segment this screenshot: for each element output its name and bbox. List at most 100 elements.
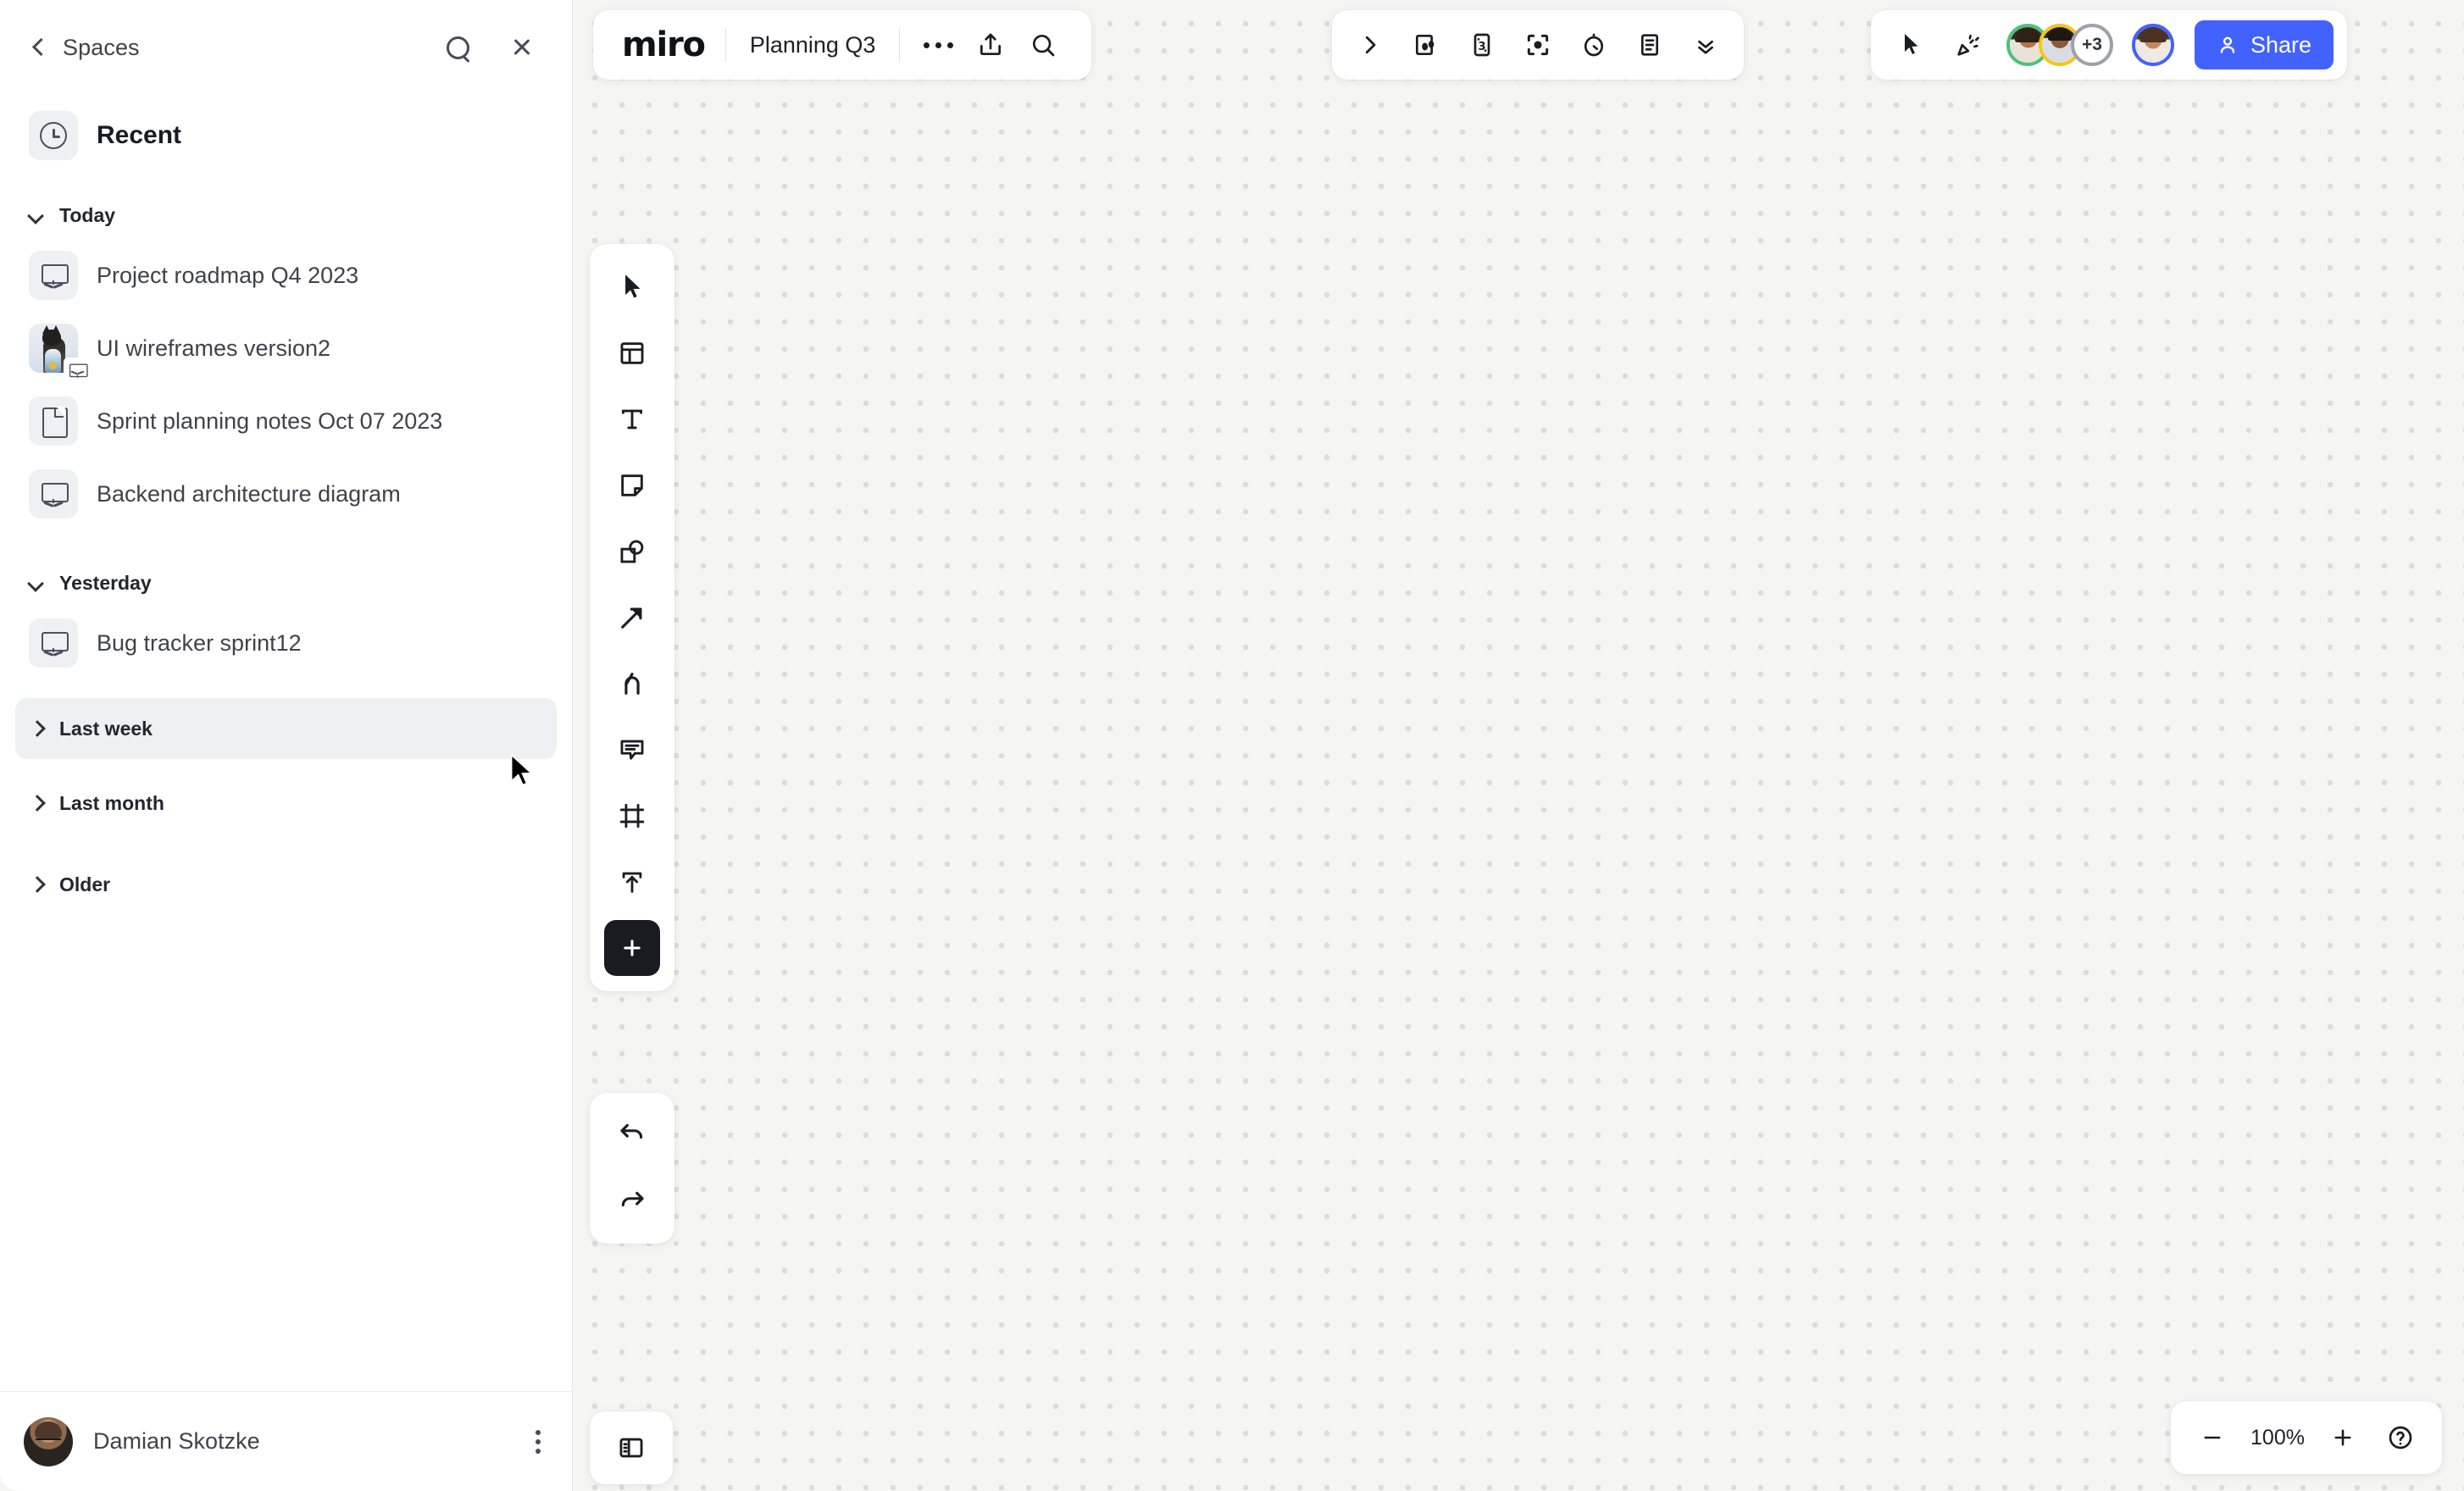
board-thumbnail — [29, 324, 88, 380]
list-item[interactable]: Backend architecture diagram — [15, 457, 557, 530]
recent-items-list[interactable]: Today Project roadmap Q4 2023 UI wirefra… — [0, 176, 572, 1391]
minus-icon — [2204, 1436, 2221, 1439]
undo-icon — [620, 1123, 643, 1139]
toggle-side-panel-button[interactable] — [590, 1411, 673, 1484]
focus-mode-button[interactable] — [1512, 19, 1564, 71]
frame-tool[interactable] — [604, 788, 660, 844]
present-button[interactable] — [1400, 19, 1452, 71]
comment-tool[interactable] — [604, 722, 660, 778]
pen-icon — [624, 673, 640, 695]
group-label: Last week — [59, 717, 153, 740]
present-icon — [1416, 35, 1435, 55]
sidebar-search-button[interactable] — [443, 33, 472, 62]
sidebar-close-button[interactable] — [508, 33, 536, 62]
document-icon — [29, 396, 78, 446]
board-title[interactable]: Planning Q3 — [726, 32, 900, 58]
board-apps-bar: 3 — [1332, 10, 1744, 80]
chevron-right-icon — [1365, 36, 1376, 54]
chevron-left-icon — [29, 38, 47, 57]
more-options-icon — [923, 42, 953, 48]
comment-icon — [620, 740, 644, 760]
chevron-right-icon — [29, 877, 44, 892]
board-search-button[interactable] — [1017, 19, 1069, 71]
group-header-last-week[interactable]: Last week — [15, 698, 557, 759]
divider — [899, 28, 901, 62]
redo-button[interactable] — [604, 1174, 660, 1230]
group-label: Last month — [59, 791, 164, 814]
arrow-tool[interactable] — [604, 590, 660, 646]
group-header-older[interactable]: Older — [15, 861, 557, 908]
miro-logo[interactable]: miro — [615, 25, 725, 64]
expand-panel-button[interactable] — [1344, 19, 1396, 71]
board-icon — [64, 358, 88, 380]
text-tool[interactable] — [604, 391, 660, 447]
party-popper-icon — [1957, 35, 1979, 56]
more-options-button[interactable] — [912, 19, 964, 71]
zoom-controls: 100% — [2171, 1401, 2442, 1474]
group-header-today[interactable]: Today — [15, 191, 557, 239]
list-item[interactable]: Bug tracker sprint12 — [15, 607, 557, 679]
history-toolbar — [590, 1093, 674, 1244]
avatar-overflow-count[interactable]: +3 — [2071, 24, 2113, 66]
notes-button[interactable] — [1623, 19, 1676, 71]
board-canvas[interactable] — [573, 0, 2464, 1491]
timer-button[interactable] — [1568, 19, 1620, 71]
more-apps-button[interactable] — [1679, 19, 1732, 71]
kebab-menu-icon[interactable] — [535, 1429, 541, 1454]
select-tool[interactable] — [604, 259, 660, 315]
upload-tool[interactable] — [604, 854, 660, 910]
help-button[interactable] — [2376, 1413, 2425, 1462]
chevron-down-icon — [29, 575, 44, 590]
sticky-note-tool[interactable] — [604, 457, 660, 513]
zoom-in-button[interactable] — [2318, 1413, 2367, 1462]
chevron-right-icon — [29, 795, 44, 811]
list-item[interactable]: UI wireframes version2 — [15, 312, 557, 385]
list-item[interactable]: Sprint planning notes Oct 07 2023 — [15, 385, 557, 457]
sticky-note-icon — [621, 474, 643, 496]
avatar — [24, 1416, 73, 1466]
sidebar-back-label: Spaces — [63, 34, 140, 60]
group-header-last-month[interactable]: Last month — [15, 779, 557, 827]
sidebar-section-recent[interactable]: Recent — [0, 95, 572, 176]
board-icon — [29, 618, 78, 668]
templates-tool[interactable] — [604, 325, 660, 381]
avatar-me[interactable] — [2132, 24, 2174, 66]
group-label: Older — [59, 873, 111, 895]
pen-tool[interactable] — [604, 656, 660, 712]
clock-icon — [29, 111, 78, 160]
timer-icon — [1584, 33, 1604, 57]
help-circle-icon — [2389, 1426, 2412, 1449]
notes-icon — [1641, 34, 1658, 56]
list-item-label: UI wireframes version2 — [97, 335, 331, 361]
overflow-count-label: +3 — [2082, 35, 2102, 54]
board-icon — [29, 469, 78, 518]
search-icon — [1033, 35, 1055, 57]
sidebar-header: Spaces — [0, 0, 572, 95]
more-tools-button[interactable] — [604, 920, 660, 976]
page-title: Recent — [97, 121, 182, 149]
arrow-icon — [621, 607, 642, 629]
redo-icon — [621, 1191, 644, 1207]
frame-icon — [619, 803, 645, 829]
templates-icon — [620, 342, 644, 364]
user-account-row[interactable]: Damian Skotzke — [0, 1391, 572, 1491]
collaborator-avatars[interactable]: +3 — [2006, 24, 2174, 66]
list-item-label: Bug tracker sprint12 — [97, 629, 302, 656]
zoom-out-button[interactable] — [2188, 1413, 2237, 1462]
undo-button[interactable] — [604, 1106, 660, 1162]
cursor-sharing-button[interactable] — [1884, 19, 1937, 71]
share-button-label: Share — [2250, 31, 2312, 58]
shapes-tool[interactable] — [604, 524, 660, 579]
upload-share-icon — [980, 33, 1002, 55]
zoom-level-label[interactable]: 100% — [2245, 1426, 2310, 1450]
list-item[interactable]: Project roadmap Q4 2023 — [15, 239, 557, 312]
select-cursor-icon — [625, 274, 641, 298]
reactions-button[interactable] — [1942, 19, 1995, 71]
user-name: Damian Skotzke — [93, 1428, 260, 1454]
group-label: Yesterday — [59, 571, 152, 594]
voting-button[interactable]: 3 — [1456, 19, 1508, 71]
share-button[interactable]: Share — [2195, 20, 2334, 69]
group-header-yesterday[interactable]: Yesterday — [15, 559, 557, 607]
share-export-button[interactable] — [964, 19, 1017, 71]
back-to-spaces-button[interactable]: Spaces — [29, 35, 443, 61]
